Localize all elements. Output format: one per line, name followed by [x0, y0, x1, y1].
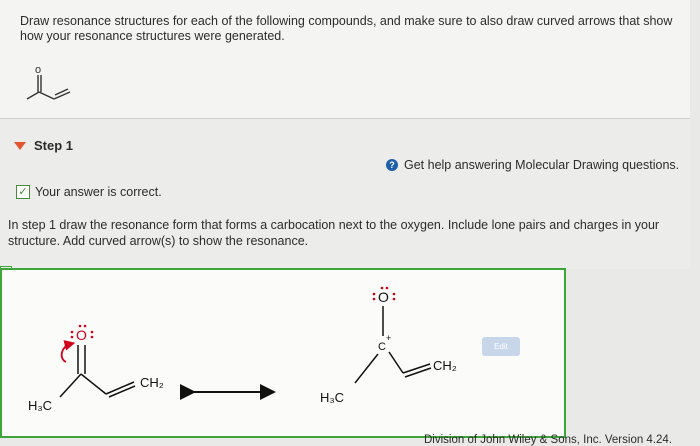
step-label: Step 1 [34, 138, 74, 153]
expand-triangle-icon [14, 141, 26, 150]
left-oxygen: O [76, 327, 87, 343]
question-panel: Draw resonance structures for each of th… [0, 0, 690, 119]
help-link-text: Get help answering Molecular Drawing que… [404, 158, 680, 172]
right-methyl-label: H₃C [320, 390, 344, 405]
svg-text:o: o [35, 64, 41, 76]
right-methylene-label: CH₂ [433, 358, 457, 373]
left-methyl-label: H₃C [28, 398, 52, 413]
footer-text: Division of John Wiley & Sons, Inc. Vers… [424, 434, 673, 446]
carbocation-charge: + [386, 333, 391, 343]
step-instructions: In step 1 draw the resonance form that f… [8, 218, 660, 248]
answer-status: ✓ Your answer is correct. [16, 185, 162, 199]
checkmark-icon: ✓ [16, 185, 30, 199]
help-link[interactable]: ? Get help answering Molecular Drawing q… [386, 158, 679, 172]
question-text: Draw resonance structures for each of th… [20, 14, 673, 43]
right-carbon: C [378, 341, 386, 353]
left-structure: O CH₂ H₃C [28, 324, 164, 413]
right-structure: O C + CH₂ H₃C [320, 286, 457, 405]
left-methylene-label: CH₂ [140, 375, 164, 390]
help-question-icon: ? [386, 159, 398, 171]
step-toggle[interactable]: Step 1 [14, 138, 73, 153]
status-text: Your answer is correct. [35, 185, 162, 199]
question-molecule: o [26, 64, 71, 100]
edit-button[interactable]: Edit [482, 337, 520, 356]
right-oxygen: O [378, 289, 389, 305]
curved-arrow-icon [60, 340, 76, 363]
